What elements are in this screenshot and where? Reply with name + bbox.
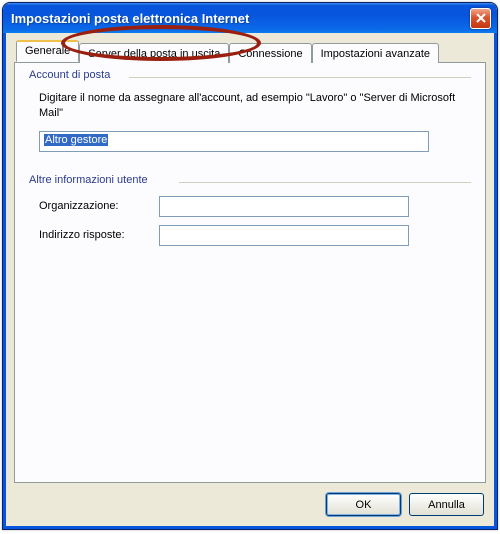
dialog-button-row: OK Annulla [14,483,486,518]
row-organizzazione: Organizzazione: [39,196,461,217]
input-indirizzo-risposte[interactable] [159,225,409,246]
dialog-window: Impostazioni posta elettronica Internet … [2,2,498,530]
tab-server-uscita[interactable]: Server della posta in uscita [79,43,229,63]
titlebar[interactable]: Impostazioni posta elettronica Internet [3,3,497,33]
tab-connessione[interactable]: Connessione [229,43,311,63]
input-organizzazione[interactable] [159,196,409,217]
account-help-text: Digitare il nome da assegnare all'accoun… [39,91,461,121]
group-account-di-posta: Account di posta Digitare il nome da ass… [29,77,471,166]
group-altre-informazioni: Altre informazioni utente Organizzazione… [29,182,471,268]
group-divider [179,182,471,183]
group-account-legend: Account di posta [29,69,114,81]
account-name-value: Altro gestore [44,134,108,146]
tab-generale[interactable]: Generale [16,40,79,62]
row-indirizzo-risposte: Indirizzo risposte: [39,225,461,246]
label-indirizzo-risposte: Indirizzo risposte: [39,229,159,241]
label-organizzazione: Organizzazione: [39,200,159,212]
close-button[interactable] [470,8,491,29]
tab-avanzate[interactable]: Impostazioni avanzate [312,43,439,63]
close-icon [476,13,486,23]
tab-strip: Generale Server della posta in uscita Co… [16,41,486,62]
group-info-legend: Altre informazioni utente [29,174,152,186]
dialog-body: Generale Server della posta in uscita Co… [3,33,497,529]
group-divider [129,77,471,78]
window-title: Impostazioni posta elettronica Internet [11,11,470,26]
tab-panel-generale: Account di posta Digitare il nome da ass… [14,62,486,483]
account-name-input[interactable]: Altro gestore [39,131,429,152]
ok-button[interactable]: OK [326,493,401,516]
cancel-button[interactable]: Annulla [409,493,484,516]
